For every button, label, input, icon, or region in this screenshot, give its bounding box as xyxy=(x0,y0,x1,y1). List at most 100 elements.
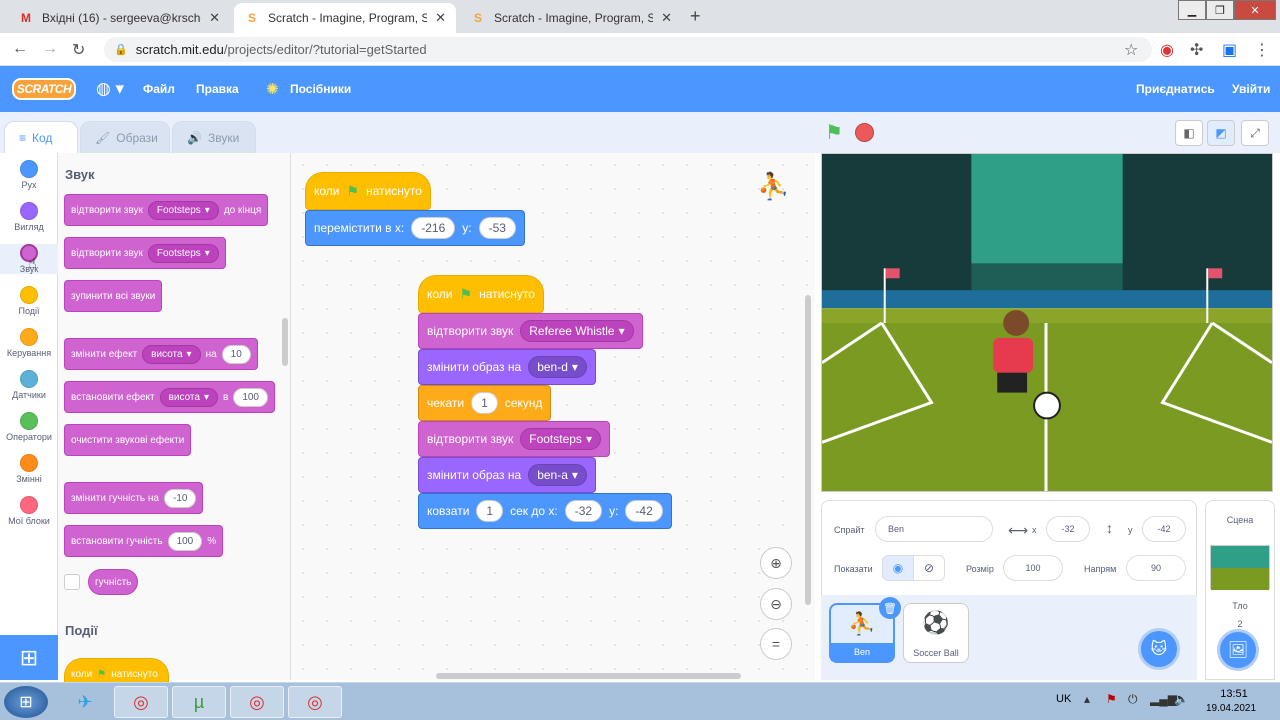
block-change-volume[interactable]: змінити гучність на -10 xyxy=(64,482,204,514)
sound-dropdown[interactable]: Footsteps ▾ xyxy=(147,200,219,220)
menu-tutorials[interactable]: Посібники xyxy=(290,82,351,96)
stage-selector-pane[interactable]: Сцена Тло 2 🖼 xyxy=(1205,500,1275,680)
extensions-puzzle-icon[interactable]: ✣ xyxy=(1190,40,1203,60)
normal-stage-button[interactable]: ◩ xyxy=(1207,120,1235,146)
small-stage-button[interactable]: ◧ xyxy=(1175,120,1203,146)
telegram-taskbar-button[interactable]: ✈ xyxy=(58,686,112,718)
tab-code[interactable]: ≡ Код xyxy=(4,121,78,154)
script2-play-sound-footsteps[interactable]: відтворити звук Footsteps ▾ xyxy=(418,421,610,457)
network-icon[interactable]: ▂▄▆ xyxy=(1150,692,1177,706)
browser-tab-gmail[interactable]: M Вхідні (16) - sergeeva@krschool ✕ xyxy=(8,3,230,33)
block-stop-all-sounds[interactable]: зупинити всі звуки xyxy=(64,280,163,312)
close-icon[interactable]: ✕ xyxy=(435,10,446,26)
start-button[interactable]: ⊞ xyxy=(4,686,48,718)
block-play-sound-until-done[interactable]: відтворити звук Footsteps ▾ до кінця xyxy=(64,194,269,226)
add-extension-button[interactable]: ⊞ xyxy=(0,635,58,680)
zoom-in-button[interactable]: ⊕ xyxy=(760,547,792,579)
category-motion[interactable]: Рух xyxy=(0,160,58,190)
script2-wait[interactable]: чекати 1 секунд xyxy=(418,385,552,421)
size-input[interactable]: 100 xyxy=(1003,555,1063,581)
extension-icon[interactable]: ▣ xyxy=(1222,40,1237,60)
bookmark-star-icon[interactable]: ☆ xyxy=(1124,40,1138,60)
show-visible-button[interactable]: ◉ xyxy=(882,555,914,581)
join-link[interactable]: Приєднатись xyxy=(1136,82,1215,96)
sound-dropdown[interactable]: Referee Whistle ▾ xyxy=(520,320,634,342)
category-control[interactable]: Керування xyxy=(0,328,58,358)
number-input[interactable]: 10 xyxy=(221,344,251,364)
script2-switch-costume-ben-d[interactable]: змінити образ на ben-d ▾ xyxy=(418,349,596,385)
close-icon[interactable]: ✕ xyxy=(209,10,220,26)
extension-record-icon[interactable]: ◉ xyxy=(1160,40,1174,60)
scratch-logo[interactable]: SCRATCH xyxy=(12,78,76,100)
new-tab-icon[interactable]: + xyxy=(690,6,701,27)
flag-icon[interactable]: ⚑ xyxy=(1106,692,1117,706)
block-volume-reporter[interactable]: гучність xyxy=(88,569,139,595)
script-horizontal-scrollbar[interactable] xyxy=(436,673,741,679)
number-input[interactable]: 100 xyxy=(167,531,203,551)
sprite-card-ben[interactable]: ⛹ Ben 🗑 xyxy=(829,597,901,663)
sprite-name-input[interactable]: Ben xyxy=(875,516,993,542)
x-position-input[interactable]: -32 xyxy=(1046,516,1090,542)
script-vertical-scrollbar[interactable] xyxy=(805,295,811,605)
block-change-effect[interactable]: змінити ефект висота ▾ на 10 xyxy=(64,338,258,370)
x-input[interactable]: -32 xyxy=(564,500,603,522)
fullscreen-icon[interactable]: ⤢ xyxy=(1241,120,1269,146)
number-input[interactable]: 100 xyxy=(233,387,268,407)
y-input[interactable]: -53 xyxy=(478,217,516,239)
url-input[interactable]: 🔒 scratch.mit.edu/projects/editor/?tutor… xyxy=(104,37,1152,62)
reload-icon[interactable]: ↻ xyxy=(72,40,85,60)
script2-glide-to-xy[interactable]: ковзати 1 сек до x: -32 y: -42 xyxy=(418,493,672,529)
clock-time[interactable]: 13:51 xyxy=(1212,688,1256,700)
maximize-icon[interactable]: ❐ xyxy=(1206,0,1234,20)
tab-costumes[interactable]: 🖌 Образи xyxy=(80,121,170,154)
x-input[interactable]: -216 xyxy=(411,217,456,239)
effect-dropdown[interactable]: висота ▾ xyxy=(159,387,218,407)
clock-date[interactable]: 19.04.2021 xyxy=(1200,703,1262,714)
signin-link[interactable]: Увійти xyxy=(1232,82,1270,96)
chrome-profile2-taskbar-button[interactable]: ◎ xyxy=(288,686,342,718)
forward-icon[interactable]: → xyxy=(42,40,58,58)
sound-dropdown[interactable]: Footsteps ▾ xyxy=(147,243,219,263)
delete-sprite-icon[interactable]: 🗑 xyxy=(879,597,901,619)
block-start-sound[interactable]: відтворити звук Footsteps ▾ xyxy=(64,237,226,269)
category-my-blocks[interactable]: Мої блоки xyxy=(0,496,58,526)
show-hidden-button[interactable]: ⊘ xyxy=(913,555,945,581)
zoom-out-button[interactable]: ⊖ xyxy=(760,588,792,620)
language-indicator[interactable]: UK xyxy=(1056,693,1071,705)
block-set-volume[interactable]: встановити гучність 100 % xyxy=(64,525,224,557)
menu-edit[interactable]: Правка xyxy=(196,82,239,96)
tab-sounds[interactable]: 🔊 Звуки xyxy=(172,121,256,154)
category-sensing[interactable]: Датчики xyxy=(0,370,58,400)
number-input[interactable]: -10 xyxy=(164,488,197,508)
script-area[interactable]: коли ⚑ натиснуто перемістити в x: -216 y… xyxy=(291,153,815,680)
seconds-input[interactable]: 1 xyxy=(476,500,504,522)
y-position-input[interactable]: -42 xyxy=(1142,516,1186,542)
green-flag-icon[interactable]: ⚑ xyxy=(825,120,843,145)
globe-icon[interactable]: ◍ ▾ xyxy=(96,79,124,99)
stage-canvas[interactable] xyxy=(821,153,1273,492)
costume-dropdown[interactable]: ben-a ▾ xyxy=(528,464,587,486)
chrome-profile-taskbar-button[interactable]: ◎ xyxy=(230,686,284,718)
volume-icon[interactable]: 🔈 xyxy=(1174,692,1189,706)
category-looks[interactable]: Вигляд xyxy=(0,202,58,232)
power-icon[interactable]: ⏻ xyxy=(1128,692,1138,707)
palette-scrollbar[interactable] xyxy=(282,318,288,366)
script1-when-flag-clicked[interactable]: коли ⚑ натиснуто xyxy=(305,172,431,210)
zoom-reset-button[interactable]: = xyxy=(760,628,792,660)
tray-arrow-icon[interactable]: ▴ xyxy=(1084,692,1090,706)
volume-monitor-checkbox[interactable] xyxy=(64,574,80,590)
category-variables[interactable]: Змінні xyxy=(0,454,58,484)
y-input[interactable]: -42 xyxy=(625,500,663,522)
minimize-icon[interactable]: ▁ xyxy=(1178,0,1206,20)
browser-tab-scratch[interactable]: S Scratch - Imagine, Program, Shar ✕ xyxy=(460,3,682,33)
sound-dropdown[interactable]: Footsteps ▾ xyxy=(520,428,601,450)
block-clear-sound-effects[interactable]: очистити звукові ефекти xyxy=(64,424,192,456)
close-icon[interactable]: ✕ xyxy=(661,10,672,26)
block-set-effect[interactable]: встановити ефект висота ▾ в 100 xyxy=(64,381,275,413)
category-events[interactable]: Події xyxy=(0,286,58,316)
menu-file[interactable]: Файл xyxy=(143,82,175,96)
utorrent-taskbar-button[interactable]: µ xyxy=(172,686,226,718)
script2-when-flag-clicked[interactable]: коли ⚑ натиснуто xyxy=(418,275,544,313)
direction-input[interactable]: 90 xyxy=(1126,555,1186,581)
effect-dropdown[interactable]: висота ▾ xyxy=(142,344,201,364)
